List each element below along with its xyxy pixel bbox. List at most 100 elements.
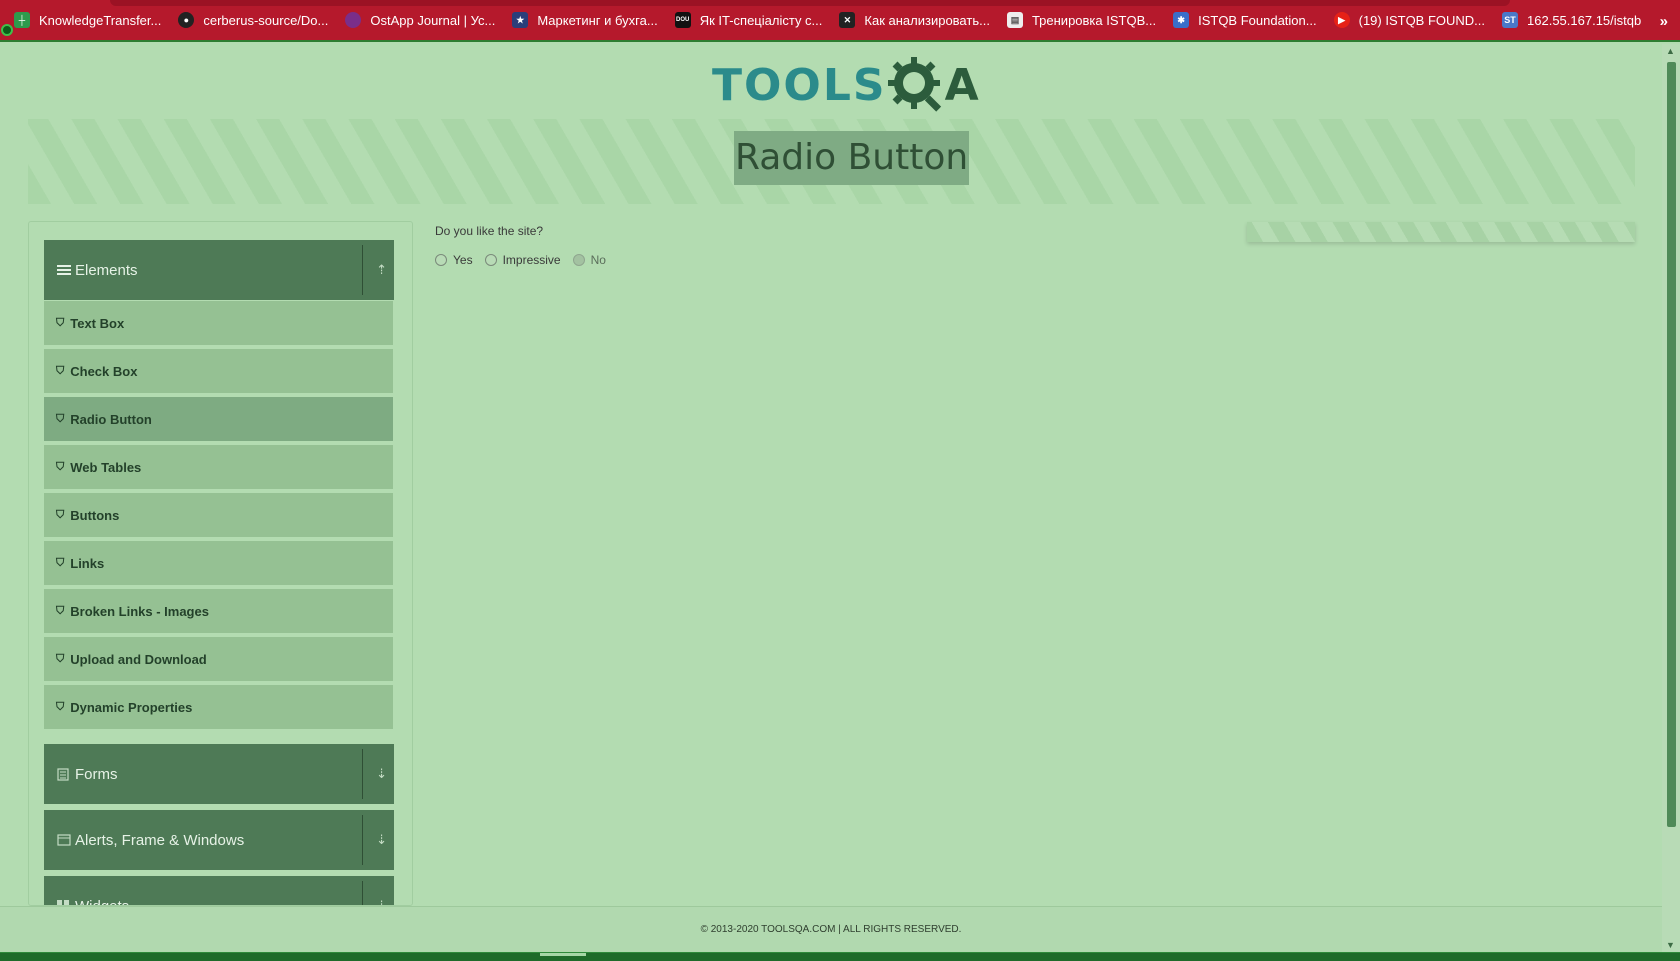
list-bullet-icon: ⛉: [56, 508, 65, 521]
sidebar-item-radio-button[interactable]: ⛉ Radio Button: [44, 397, 393, 443]
radio-circle[interactable]: [484, 254, 497, 266]
radio-impressive[interactable]: Impressive: [484, 253, 561, 267]
bookmark-marketing[interactable]: ★ Маркетинг и бухга...: [512, 12, 658, 28]
bookmark-label: ISTQB Foundation...: [1198, 12, 1317, 28]
sidebar-item-label: Text Box: [70, 315, 125, 331]
divider: [362, 881, 363, 905]
sidebar-item-text-box[interactable]: ⛉ Text Box: [44, 301, 393, 347]
bookmark-youtube[interactable]: ▶ (19) ISTQB FOUND...: [1333, 12, 1486, 28]
expand-arrow-icon[interactable]: ⇣: [376, 832, 387, 848]
star-icon: ★: [512, 12, 529, 28]
bookmark-istqb-training[interactable]: ▤ Тренировка ISTQB...: [1006, 12, 1157, 28]
divider: [362, 245, 363, 295]
window-icon: [57, 834, 71, 846]
list-bullet-icon: ⛉: [56, 604, 65, 617]
logo-suffix: A: [944, 59, 979, 111]
hamburger-icon: [57, 264, 71, 276]
bookmark-dou[interactable]: DOU Як IT-спеціалісту с...: [674, 12, 823, 28]
group-forms[interactable]: Forms ⇣: [44, 744, 394, 804]
radio-label[interactable]: Impressive: [503, 253, 561, 267]
bookmark-knowledgetransfer[interactable]: ┼ KnowledgeTransfer...: [14, 12, 161, 28]
copyright-text: © 2013-2020 TOOLSQA.COM | ALL RIGHTS RES…: [700, 924, 962, 935]
bookmark-label: (19) ISTQB FOUND...: [1358, 12, 1486, 28]
group-widgets[interactable]: Widgets ⇣: [44, 876, 394, 906]
bookmark-ostapp[interactable]: OstApp Journal | Ус...: [345, 12, 495, 28]
bookmark-label: OstApp Journal | Ус...: [370, 12, 496, 28]
sidebar-item-label: Check Box: [70, 363, 138, 379]
vertical-scrollbar[interactable]: ▲ ▼: [1662, 44, 1680, 952]
radio-circle[interactable]: [435, 254, 447, 266]
group-label: Widgets: [75, 897, 130, 906]
sidebar-item-links[interactable]: ⛉ Links: [44, 541, 393, 587]
scrollbar-thumb[interactable]: [1667, 62, 1676, 827]
scroll-up-arrow-icon[interactable]: ▲: [1666, 46, 1675, 56]
taskbar: [0, 952, 1680, 961]
bookmarks-bar: ┼ KnowledgeTransfer... ● cerberus-source…: [0, 0, 1680, 42]
group-alerts-frames-windows[interactable]: Alerts, Frame & Windows ⇣: [44, 810, 394, 870]
bookmark-label: Тренировка ISTQB...: [1031, 12, 1157, 28]
sidebar-item-label: Web Tables: [70, 459, 142, 475]
list-bullet-icon: ⛉: [56, 700, 65, 713]
extension-icon[interactable]: [1, 24, 13, 36]
sidebar-item-dynamic-properties[interactable]: ⛉ Dynamic Properties: [44, 685, 393, 731]
document-icon: ▤: [1006, 12, 1023, 28]
sidebar-item-label: Broken Links - Images: [70, 603, 209, 619]
list-bullet-icon: ⛉: [56, 364, 65, 377]
radio-label[interactable]: Yes: [453, 253, 473, 267]
gear-magnifier-icon: [887, 57, 941, 112]
bookmark-label: KnowledgeTransfer...: [39, 12, 162, 28]
sidebar-item-label: Radio Button: [70, 411, 152, 427]
radio-no: No: [572, 253, 606, 267]
sidebar-item-web-tables[interactable]: ⛉ Web Tables: [44, 445, 393, 491]
radio-yes[interactable]: Yes: [435, 253, 473, 267]
bookmark-istqb-ip[interactable]: ST 162.55.167.15/istqb: [1502, 12, 1641, 28]
expand-arrow-icon[interactable]: ⇣: [376, 766, 387, 782]
bookmark-label: 162.55.167.15/istqb: [1527, 12, 1642, 28]
group-label: Alerts, Frame & Windows: [75, 831, 245, 849]
bookmark-label: Як IT-спеціалісту с...: [699, 12, 823, 28]
logo-text: TOOLS: [712, 59, 887, 111]
more-bookmarks-chevron-icon[interactable]: »: [1660, 13, 1668, 30]
expand-arrow-icon[interactable]: ⇣: [376, 898, 387, 905]
radio-label: No: [590, 253, 606, 267]
sidebar-item-buttons[interactable]: ⛉ Buttons: [44, 493, 393, 539]
toolsqa-logo[interactable]: TOOLS A: [712, 56, 979, 114]
left-sidebar: Elements ⇡ ⛉ Text Box ⛉ Check Box ⛉ Radi…: [28, 221, 413, 906]
tab-strip-edge: [110, 0, 1510, 6]
dou-icon: DOU: [674, 12, 691, 28]
cross-icon: ✕: [839, 12, 856, 28]
bookmark-cerberus[interactable]: ● cerberus-source/Do...: [178, 12, 328, 28]
sidebar-item-label: Dynamic Properties: [70, 699, 193, 715]
gear-badge-icon: ✱: [1173, 12, 1190, 28]
sidebar-item-label: Links: [70, 555, 105, 571]
list-bullet-icon: ⛉: [56, 460, 65, 473]
bookmark-istqb-foundation[interactable]: ✱ ISTQB Foundation...: [1173, 12, 1317, 28]
divider: [362, 749, 363, 799]
group-elements[interactable]: Elements ⇡: [44, 240, 394, 300]
form-icon: [57, 767, 71, 781]
green-flag-icon: ┼: [14, 12, 30, 28]
radio-group: Yes Impressive No: [435, 253, 618, 267]
divider: [362, 815, 363, 865]
st-icon: ST: [1502, 12, 1519, 28]
bookmark-label: Маркетинг и бухга...: [537, 12, 658, 28]
bookmark-label: Как анализировать...: [864, 12, 990, 28]
sidebar-item-broken-links[interactable]: ⛉ Broken Links - Images: [44, 589, 393, 635]
list-bullet-icon: ⛉: [56, 412, 65, 425]
sidebar-item-upload-download[interactable]: ⛉ Upload and Download: [44, 637, 393, 683]
bookmark-label: cerberus-source/Do...: [203, 12, 329, 28]
scroll-down-arrow-icon[interactable]: ▼: [1666, 940, 1675, 950]
collapse-arrow-icon[interactable]: ⇡: [376, 262, 387, 278]
ad-banner: [1247, 222, 1635, 242]
list-bullet-icon: ⛉: [56, 652, 65, 665]
group-label: Forms: [75, 765, 118, 783]
sidebar-item-check-box[interactable]: ⛉ Check Box: [44, 349, 393, 395]
radio-question: Do you like the site?: [435, 224, 544, 238]
bookmark-analyze[interactable]: ✕ Как анализировать...: [839, 12, 990, 28]
page-footer: © 2013-2020 TOOLSQA.COM | ALL RIGHTS RES…: [0, 906, 1662, 952]
sidebar-item-label: Upload and Download: [70, 651, 207, 667]
group-label: Elements: [75, 261, 138, 279]
ostapp-icon: [345, 12, 362, 28]
list-bullet-icon: ⛉: [56, 556, 65, 569]
page-title: Radio Button: [734, 131, 970, 185]
